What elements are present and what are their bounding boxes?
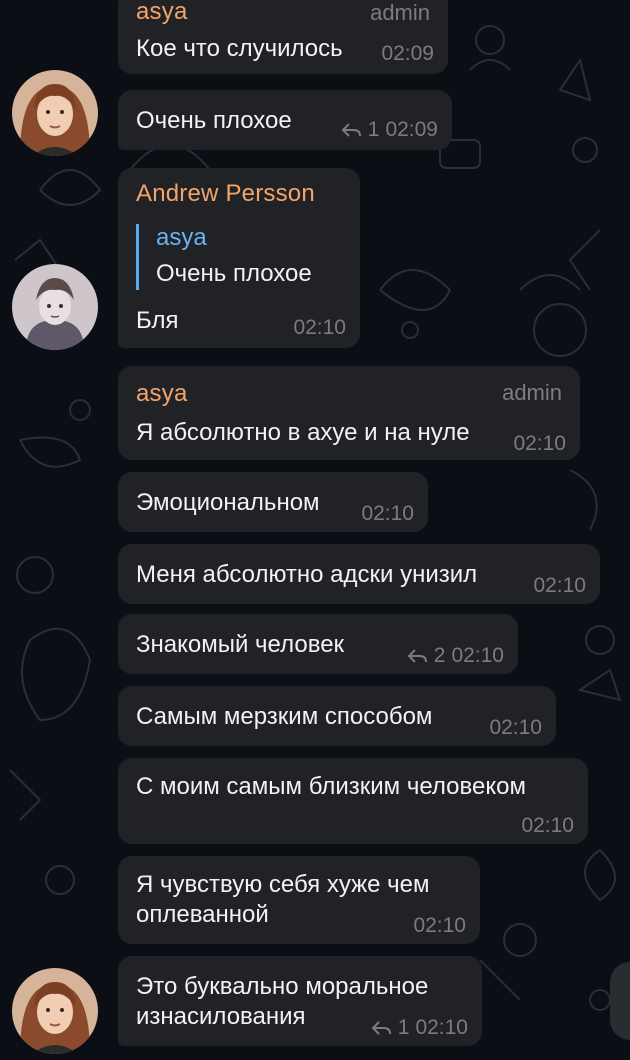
message-text: Бля: [136, 307, 179, 334]
message-time: 02:10: [533, 574, 586, 597]
message-text: Эмоциональном: [136, 489, 320, 516]
reply-count[interactable]: 2: [434, 644, 446, 668]
reply-icon[interactable]: [340, 121, 362, 139]
message-time: 02:10: [361, 502, 414, 525]
message-bubble[interactable]: Самым мерзким способом 02:10: [118, 686, 556, 746]
partial-button[interactable]: [610, 962, 630, 1040]
quoted-sender: asya: [156, 224, 207, 251]
reply-count[interactable]: 1: [368, 118, 380, 142]
message-text-line: Это буквально моральное: [136, 973, 429, 1000]
message-time: 02:09: [381, 42, 434, 65]
message-bubble[interactable]: Я чувствую себя хуже чем оплеванной 02:1…: [118, 856, 480, 944]
reply-count[interactable]: 1: [398, 1016, 410, 1040]
message-bubble[interactable]: Andrew Persson asya Очень плохое Бля 02:…: [118, 168, 360, 348]
sender-name[interactable]: asya: [136, 380, 188, 408]
message-time: 02:10: [489, 716, 542, 739]
message-bubble[interactable]: Это буквально моральное изнасилования 1 …: [118, 956, 482, 1046]
woman-avatar[interactable]: [12, 968, 98, 1054]
message-bubble[interactable]: Эмоциональном 02:10: [118, 472, 428, 532]
message-text: Я абсолютно в ахуе и на нуле: [136, 419, 470, 446]
sender-name[interactable]: asya: [136, 0, 188, 26]
message-bubble[interactable]: С моим самым близким человеком 02:10: [118, 758, 588, 844]
quoted-text: Очень плохое: [156, 260, 312, 287]
admin-badge: admin: [370, 0, 430, 25]
reply-quote[interactable]: asya Очень плохое: [136, 224, 312, 290]
message-meta: 1 02:10: [370, 1016, 468, 1040]
reply-icon[interactable]: [406, 647, 428, 665]
message-time: 02:10: [413, 914, 466, 937]
message-text-line: оплеванной: [136, 901, 269, 928]
message-time: 02:10: [513, 432, 566, 455]
message-time: 02:10: [293, 316, 346, 339]
message-text: Самым мерзким способом: [136, 703, 433, 730]
sketch-avatar[interactable]: [12, 264, 98, 350]
message-bubble[interactable]: asya admin Кое что случилось 02:09: [118, 0, 448, 74]
message-time: 02:10: [451, 644, 504, 667]
message-text: С моим самым близким человеком: [136, 773, 526, 800]
reply-icon[interactable]: [370, 1019, 392, 1037]
message-text-line: изнасилования: [136, 1003, 306, 1030]
message-list[interactable]: asya admin Кое что случилось 02:09 Очень…: [0, 0, 630, 1060]
message-meta: 2 02:10: [406, 644, 504, 668]
message-text: Знакомый человек: [136, 631, 345, 658]
message-bubble[interactable]: Знакомый человек 2 02:10: [118, 614, 518, 674]
message-bubble[interactable]: asya admin Я абсолютно в ахуе и на нуле …: [118, 366, 580, 460]
message-text-line: Я чувствую себя хуже чем: [136, 871, 430, 898]
message-time: 02:10: [415, 1016, 468, 1039]
message-meta: 1 02:09: [340, 118, 438, 142]
message-time: 02:09: [385, 118, 438, 141]
message-bubble[interactable]: Очень плохое 1 02:09: [118, 90, 452, 150]
message-time: 02:10: [521, 814, 574, 837]
woman-avatar[interactable]: [12, 70, 98, 156]
message-text: Очень плохое: [136, 107, 292, 134]
message-bubble[interactable]: Меня абсолютно адски унизил 02:10: [118, 544, 600, 604]
admin-badge: admin: [502, 380, 562, 405]
sender-name[interactable]: Andrew Persson: [136, 180, 315, 208]
message-text: Меня абсолютно адски унизил: [136, 561, 478, 588]
message-text: Кое что случилось: [136, 35, 343, 62]
